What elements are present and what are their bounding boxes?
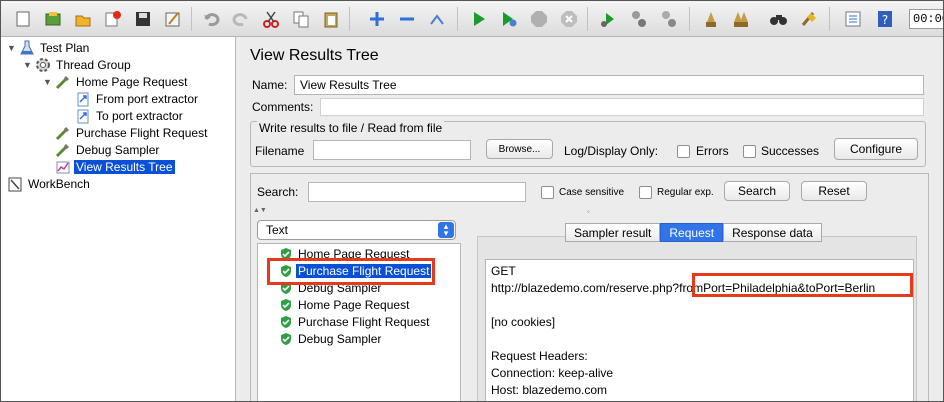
sampler-icon <box>55 74 71 90</box>
search-button[interactable]: Search <box>724 181 790 201</box>
stop-icon[interactable] <box>527 7 551 31</box>
close-icon[interactable] <box>101 7 125 31</box>
renderer-selected-value: Text <box>266 223 289 237</box>
highlight-annotation <box>267 258 435 285</box>
tree-node-view-results-tree[interactable]: View Results Tree <box>55 158 175 175</box>
sampler-icon <box>55 125 71 141</box>
success-shield-icon <box>279 315 293 329</box>
split-collapse-arrows-icon[interactable]: ▲▼ <box>253 207 267 214</box>
file-group-legend: Write results to file / Read from file <box>257 121 445 135</box>
filename-field[interactable] <box>313 140 471 160</box>
svg-text:?: ? <box>882 13 888 27</box>
view-results-tree-panel: View Results Tree Name: View Results Tre… <box>237 37 943 401</box>
regular-exp-label: Regular exp. <box>657 187 714 198</box>
select-arrows-icon[interactable]: ▴ ▾ <box>438 222 454 238</box>
tab-sampler-result[interactable]: Sampler result <box>565 223 661 242</box>
redo-icon[interactable] <box>229 7 253 31</box>
name-field[interactable]: View Results Tree <box>294 75 924 95</box>
tree-node-purchase-flight-request[interactable]: Purchase Flight Request <box>55 124 209 141</box>
extractor-icon <box>75 108 91 124</box>
save-icon[interactable] <box>131 7 155 31</box>
reset-button[interactable]: Reset <box>801 181 867 201</box>
collapse-icon[interactable] <box>395 7 419 31</box>
filename-label: Filename <box>255 144 305 158</box>
remote-start-icon[interactable] <box>597 7 621 31</box>
search-input[interactable] <box>308 182 526 202</box>
case-sensitive-label: Case sensitive <box>559 187 625 198</box>
save-as-icon[interactable] <box>161 7 185 31</box>
name-label: Name: <box>252 78 288 92</box>
tree-node-from-port-extractor[interactable]: From port extractor <box>75 90 200 107</box>
templates-icon[interactable] <box>41 7 65 31</box>
elapsed-timer: 00:00 <box>909 9 943 29</box>
function-helper-icon[interactable] <box>841 7 865 31</box>
split-handle-icon[interactable]: ◦ <box>587 207 590 216</box>
remote-stop-icon[interactable] <box>627 7 651 31</box>
extractor-icon <box>75 91 91 107</box>
start-icon[interactable] <box>467 7 491 31</box>
clear-icon[interactable] <box>699 7 723 31</box>
expanded-arrow-icon[interactable]: ▼ <box>43 77 55 87</box>
comments-field[interactable] <box>320 98 924 116</box>
test-plan-icon <box>19 40 35 56</box>
tree-node-home-page-request[interactable]: ▼ Home Page Request <box>43 73 189 90</box>
expanded-arrow-icon[interactable]: ▼ <box>23 60 35 70</box>
search-icon[interactable] <box>767 7 791 31</box>
tab-request[interactable]: Request <box>660 223 724 242</box>
toggle-icon[interactable] <box>425 7 449 31</box>
success-shield-icon <box>279 332 293 346</box>
workbench-icon <box>7 176 23 192</box>
result-tabs: Sampler result Request Response data <box>565 223 822 242</box>
thread-group-icon <box>35 57 51 73</box>
tree-node-to-port-extractor[interactable]: To port extractor <box>75 107 185 124</box>
successes-label: Successes <box>761 144 820 158</box>
paste-icon[interactable] <box>319 7 343 31</box>
page-title: View Results Tree <box>250 47 379 64</box>
tree-node-workbench[interactable]: WorkBench <box>7 175 92 192</box>
split-divider[interactable] <box>463 220 467 401</box>
undo-icon[interactable] <box>199 7 223 31</box>
case-sensitive-checkbox[interactable] <box>541 186 554 199</box>
new-icon[interactable] <box>11 7 35 31</box>
successes-checkbox[interactable] <box>743 145 756 158</box>
result-item[interactable]: Debug Sampler <box>279 330 383 347</box>
test-plan-tree[interactable]: ▼ Test Plan ▼ Thread Group ▼ Home Page R… <box>1 37 236 401</box>
log-display-only-label: Log/Display Only: <box>564 144 659 158</box>
jmeter-window: ? 00:00 ▼ Test Plan ▼ Thread Group ▼ Hom… <box>0 0 944 402</box>
result-item[interactable]: Purchase Flight Request <box>279 313 431 330</box>
shutdown-icon[interactable] <box>557 7 581 31</box>
regular-exp-checkbox[interactable] <box>639 186 652 199</box>
cut-icon[interactable] <box>259 7 283 31</box>
result-item[interactable]: Home Page Request <box>279 296 411 313</box>
renderer-select[interactable]: Text ▴ ▾ <box>257 220 456 240</box>
success-shield-icon <box>279 298 293 312</box>
reset-search-icon[interactable] <box>797 7 821 31</box>
highlight-annotation <box>692 273 913 297</box>
expand-icon[interactable] <box>365 7 389 31</box>
help-icon[interactable]: ? <box>873 7 897 31</box>
sampler-icon <box>55 142 71 158</box>
tree-node-test-plan[interactable]: ▼ Test Plan <box>7 39 91 56</box>
errors-checkbox[interactable] <box>677 145 690 158</box>
clear-all-icon[interactable] <box>729 7 753 31</box>
browse-button[interactable]: Browse... <box>486 139 553 159</box>
comments-label: Comments: <box>252 100 314 114</box>
tree-node-debug-sampler[interactable]: Debug Sampler <box>55 141 161 158</box>
tree-node-thread-group[interactable]: ▼ Thread Group <box>23 56 133 73</box>
configure-button[interactable]: Configure <box>834 138 918 160</box>
toolbar: ? 00:00 <box>1 1 943 37</box>
tab-response-data[interactable]: Response data <box>723 223 822 242</box>
errors-label: Errors <box>696 144 729 158</box>
open-icon[interactable] <box>71 7 95 31</box>
search-label: Search: <box>257 185 299 199</box>
expanded-arrow-icon[interactable]: ▼ <box>7 43 19 53</box>
start-no-timers-icon[interactable] <box>497 7 521 31</box>
listener-icon <box>55 159 71 175</box>
copy-icon[interactable] <box>289 7 313 31</box>
remote-shutdown-icon[interactable] <box>657 7 681 31</box>
